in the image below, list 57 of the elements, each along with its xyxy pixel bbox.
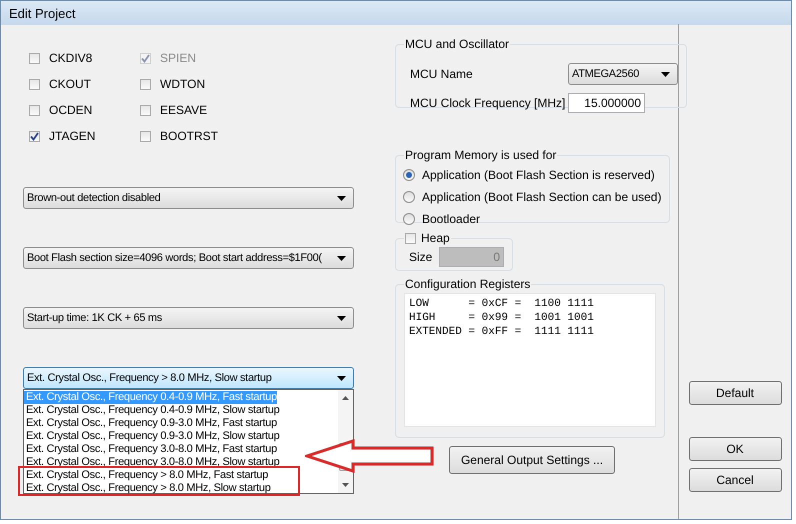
dropdown[interactable]: Brown-out detection disabled [23, 187, 354, 209]
checkbox-label[interactable]: CKOUT [49, 77, 91, 91]
window-title: Edit Project [9, 6, 76, 20]
caret-icon [337, 316, 346, 321]
register-line: EXTENDED = 0xFF = 1111 1111 [409, 325, 595, 339]
dialog-button[interactable]: Default [688, 381, 782, 405]
radio-button[interactable] [403, 169, 415, 181]
dropdown[interactable]: Boot Flash section size=4096 words; Boot start address=$1F00( [23, 247, 354, 269]
list-option[interactable]: Ext. Crystal Osc., Frequency 0.4-0.9 MHz, Slow startup [24, 404, 280, 417]
checkbox-label[interactable]: Heap [421, 231, 450, 245]
group-title: Program Memory is used for [404, 148, 558, 162]
checkbox-label[interactable]: OCDEN [49, 103, 92, 117]
dialog-button[interactable]: Cancel [688, 468, 782, 492]
field-label: MCU Clock Frequency [MHz] [409, 96, 566, 110]
checkbox-label[interactable]: CKDIV8 [49, 51, 92, 65]
register-line: LOW = 0xCF = 1100 1111 [409, 297, 595, 311]
checkbox[interactable] [29, 78, 40, 90]
radio-button[interactable] [403, 191, 415, 203]
caret-icon [337, 376, 346, 381]
checkbox[interactable] [140, 104, 151, 116]
scroll-down-icon[interactable] [342, 483, 349, 487]
register-text-area[interactable]: LOW = 0xCF = 1100 1111 HIGH = 0x99 = 1001 1001 EXTENDED = 0xFF = 1111 1111 [404, 293, 656, 427]
dropdown[interactable]: Start-up time: 1K CK + 65 ms [23, 307, 354, 329]
list-option[interactable]: Ext. Crystal Osc., Frequency 3.0-8.0 MHz, Fast startup [24, 443, 277, 456]
field-label: MCU Name [409, 67, 474, 81]
radio-label[interactable]: Application (Boot Flash Section can be used) [422, 190, 662, 204]
checkbox[interactable] [29, 52, 40, 64]
checkbox-label[interactable]: EESAVE [160, 103, 208, 117]
checkbox[interactable] [405, 232, 416, 244]
register-line: HIGH = 0x99 = 1001 1001 [409, 311, 595, 325]
checkbox-label[interactable]: JTAGEN [49, 129, 96, 143]
caret-icon [337, 256, 346, 261]
checkbox[interactable] [29, 130, 40, 142]
checkbox-label[interactable]: BOOTRST [160, 129, 218, 143]
mcu-dropdown[interactable]: ATMEGA2560 [568, 63, 678, 85]
radio-button[interactable] [403, 213, 415, 225]
group-title: MCU and Oscillator [404, 37, 510, 51]
dropdown[interactable]: Ext. Crystal Osc., Frequency > 8.0 MHz, Slow startup [23, 367, 354, 389]
field-label: Size [408, 250, 434, 264]
scroll-up-icon[interactable] [342, 396, 349, 400]
list-option[interactable]: Ext. Crystal Osc., Frequency 0.9-3.0 MHz, Slow startup [24, 430, 280, 443]
radio-label[interactable]: Application (Boot Flash Section is reserved) [422, 168, 655, 182]
list-option[interactable]: Ext. Crystal Osc., Frequency > 8.0 MHz, Fast startup [24, 469, 268, 482]
radio-label[interactable]: Bootloader [422, 212, 480, 226]
caret-icon [661, 72, 670, 77]
checkbox[interactable] [29, 104, 40, 116]
dialog-button[interactable]: OK [688, 437, 782, 461]
group-title: Configuration Registers [404, 277, 532, 291]
checkbox[interactable] [140, 130, 151, 142]
list-option[interactable]: Ext. Crystal Osc., Frequency 3.0-8.0 MHz, Slow startup [24, 456, 280, 469]
checkbox[interactable] [140, 78, 151, 90]
output-settings-button[interactable]: General Output Settings ... [449, 446, 615, 474]
caret-icon [337, 196, 346, 201]
checkbox-label[interactable]: WDTON [160, 77, 206, 91]
list-option[interactable]: Ext. Crystal Osc., Frequency 0.9-3.0 MHz, Fast startup [24, 417, 277, 430]
list-option[interactable]: Ext. Crystal Osc., Frequency > 8.0 MHz, Slow startup [24, 482, 271, 495]
input-field[interactable]: 15.000000 [568, 93, 645, 113]
